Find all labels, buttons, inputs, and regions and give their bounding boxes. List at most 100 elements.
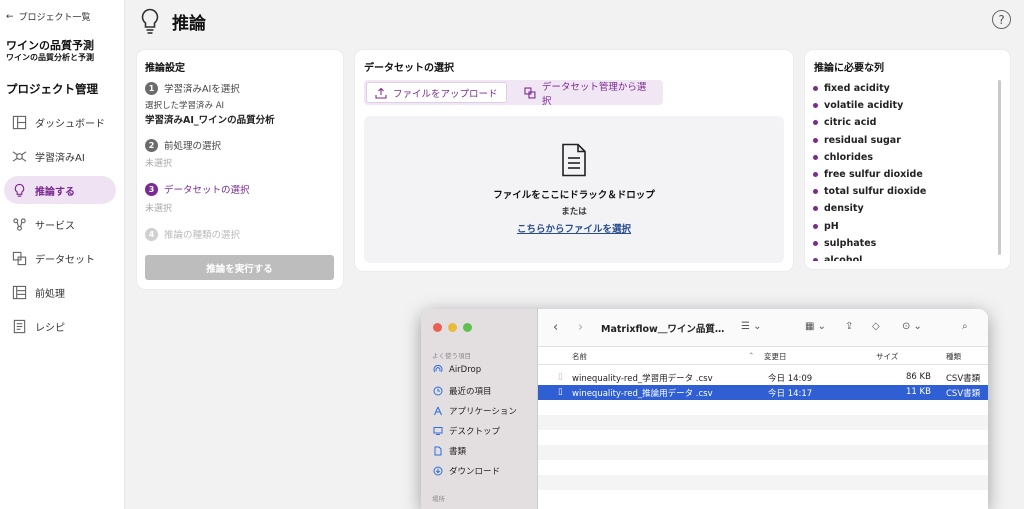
bullet-icon	[813, 103, 818, 109]
recipe-icon	[13, 319, 26, 333]
sidebar-item-preprocess[interactable]: 前処理	[4, 278, 116, 306]
finder-path-title: Matrixflow＿ワイン品質…	[601, 324, 725, 335]
dataset-select-title: データセットの選択	[364, 63, 454, 74]
empty-row	[538, 445, 988, 460]
step-select-trained-ai[interactable]: 1 学習済みAIを選択	[145, 81, 240, 95]
dataset-source-tabs: ファイルをアップロード データセット管理から選択	[364, 80, 663, 107]
file-kind: CSV書類	[946, 374, 981, 384]
tab-upload-file[interactable]: ファイルをアップロード	[366, 82, 507, 103]
list-item: sulphates	[813, 235, 993, 252]
dataset-icon	[12, 251, 27, 265]
page-title: 推論	[172, 13, 206, 34]
finder-sidebar-item-desktop[interactable]: デスクトップ	[433, 425, 500, 437]
sidebar-item-label: 推論する	[35, 186, 75, 198]
csv-file-icon: ▯	[558, 372, 563, 382]
finder-sidebar: よく使う項目 AirDrop 最近の項目 アプリケーション デスクトップ 書類 …	[421, 309, 538, 509]
sidebar-item-recipe[interactable]: レシピ	[4, 312, 116, 340]
run-inference-button[interactable]: 推論を実行する	[145, 255, 334, 280]
help-icon: ?	[998, 12, 1005, 27]
bullet-icon	[813, 257, 818, 261]
sidebar-item-label: ダッシュボード	[35, 118, 105, 130]
preprocess-status: 未選択	[145, 159, 173, 169]
sidebar-item-service[interactable]: サービス	[4, 210, 116, 238]
project-title: ワインの品質予測	[6, 39, 94, 52]
select-file-link[interactable]: こちらからファイルを選択	[364, 221, 784, 235]
finder-sidebar-item-airdrop[interactable]: AirDrop	[433, 365, 481, 375]
list-item: free sulfur dioxide	[813, 166, 993, 183]
list-item: chlorides	[813, 149, 993, 166]
list-view-icon[interactable]: ☰ ⌄	[741, 321, 762, 332]
list-item: total sulfur dioxide	[813, 183, 993, 200]
bullet-icon	[813, 172, 818, 178]
finder-sidebar-item-downloads[interactable]: ダウンロード	[433, 465, 500, 477]
tab-label: ファイルをアップロード	[393, 88, 498, 100]
step-select-dataset[interactable]: 3 データセットの選択	[145, 182, 250, 196]
empty-row	[538, 475, 988, 490]
dataset-icon	[524, 86, 536, 99]
file-drop-zone[interactable]: ファイルをここにドラック＆ドロップ または こちらからファイルを選択	[364, 116, 784, 263]
sort-chevron-icon: ⌃	[748, 351, 755, 360]
step-label: データセットの選択	[164, 185, 250, 196]
column-header-size[interactable]: サイズ	[876, 351, 898, 362]
airdrop-icon	[433, 365, 443, 373]
applications-icon	[434, 406, 442, 416]
sidebar-item-dashboard[interactable]: ダッシュボード	[4, 108, 116, 136]
step-select-preprocess[interactable]: 2 前処理の選択	[145, 138, 221, 152]
step-number-badge: 3	[145, 182, 158, 196]
scrollbar[interactable]	[998, 80, 1001, 255]
column-header-kind[interactable]: 種類	[946, 351, 961, 362]
empty-row	[538, 415, 988, 430]
back-nav-icon[interactable]: ‹	[553, 320, 558, 335]
download-icon	[433, 466, 443, 476]
back-to-projects-link[interactable]: ← プロジェクト一覧	[6, 10, 91, 24]
share-icon[interactable]: ⇪	[845, 321, 853, 332]
document-icon	[434, 446, 442, 456]
required-columns-list: fixed acidity volatile acidity citric ac…	[813, 80, 993, 261]
tab-select-from-dataset-manager[interactable]: データセット管理から選択	[516, 82, 663, 107]
bullet-icon	[813, 206, 818, 212]
help-button[interactable]: ?	[992, 10, 1011, 29]
search-icon[interactable]: ⌕	[962, 321, 968, 332]
bullet-icon	[813, 223, 818, 229]
selected-ai-caption: 選択した学習済み AI	[145, 101, 225, 111]
more-actions-icon[interactable]: ⊙ ⌄	[902, 321, 922, 332]
column-header-name[interactable]: 名前	[572, 351, 587, 362]
finder-main: ‹ › Matrixflow＿ワイン品質… ☰ ⌄ ▦ ⌄ ⇪ ◇ ⊙ ⌄ ⌕ …	[538, 309, 988, 509]
tag-icon[interactable]: ◇	[872, 321, 880, 332]
list-item: alcohol	[813, 252, 993, 261]
sidebar: ← プロジェクト一覧 ワインの品質予測 ワインの品質分析と予測 プロジェクト管理…	[0, 0, 125, 509]
sidebar-item-label: レシピ	[35, 322, 65, 334]
sidebar-item-trained-ai[interactable]: 学習済みAI	[4, 142, 116, 170]
dataset-select-card: データセットの選択 ファイルをアップロード データセット管理から選択 ファイルを…	[355, 50, 793, 271]
sidebar-item-dataset[interactable]: データセット	[4, 244, 116, 272]
clock-icon	[433, 386, 443, 396]
tab-label: データセット管理から選択	[541, 81, 647, 107]
required-columns-card: 推論に必要な列 fixed acidity volatile acidity c…	[805, 50, 1010, 269]
bullet-icon	[813, 86, 818, 92]
service-icon	[13, 217, 26, 231]
close-window-button[interactable]	[433, 323, 442, 332]
list-item: residual sugar	[813, 132, 993, 149]
zoom-window-button[interactable]	[463, 323, 472, 332]
list-item: density	[813, 200, 993, 217]
column-header-modified[interactable]: 変更日	[764, 351, 787, 362]
finder-sidebar-item-documents[interactable]: 書類	[433, 445, 466, 457]
finder-sidebar-item-recents[interactable]: 最近の項目	[433, 385, 492, 397]
list-item: fixed acidity	[813, 80, 993, 97]
minimize-window-button[interactable]	[448, 323, 457, 332]
list-item: pH	[813, 218, 993, 235]
file-row[interactable]: ▯ winequality-red_推論用データ .csv 今日 14:17 1…	[538, 385, 988, 400]
file-row[interactable]: ▯ winequality-red_学習用データ .csv 今日 14:09 8…	[538, 370, 988, 385]
grid-view-icon[interactable]: ▦ ⌄	[805, 321, 826, 332]
finder-column-headers: 名前 ⌃ 変更日 サイズ 種類	[538, 347, 988, 365]
list-item: volatile acidity	[813, 97, 993, 114]
step-number-badge: 1	[145, 81, 158, 95]
finder-sidebar-item-applications[interactable]: アプリケーション	[433, 405, 517, 417]
desktop-icon	[433, 427, 443, 435]
finder-window: よく使う項目 AirDrop 最近の項目 アプリケーション デスクトップ 書類 …	[421, 309, 988, 509]
step-select-inference-type: 4 推論の種類の選択	[145, 227, 240, 241]
sidebar-item-label: サービス	[35, 220, 75, 232]
forward-nav-icon[interactable]: ›	[578, 320, 583, 335]
sidebar-item-inference[interactable]: 推論する	[4, 176, 116, 204]
dataset-status: 未選択	[145, 204, 173, 214]
